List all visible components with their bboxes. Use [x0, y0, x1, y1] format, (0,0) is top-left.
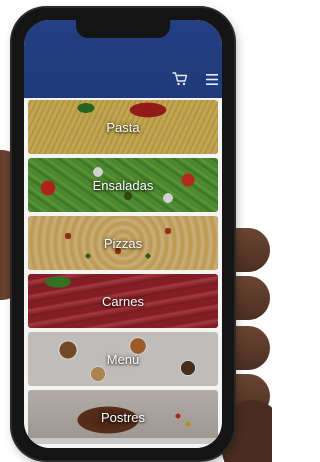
category-label: Ensaladas — [92, 177, 154, 193]
category-label: Pizzas — [103, 235, 143, 251]
phone-screen: Pasta Ensaladas Pizzas Carnes Menú Postr… — [24, 20, 222, 448]
category-label: Pasta — [106, 119, 140, 135]
header-actions — [172, 72, 218, 86]
category-tile-pasta[interactable]: Pasta — [28, 100, 218, 154]
category-label: Menú — [106, 351, 140, 367]
phone-notch — [76, 20, 170, 38]
cart-icon[interactable] — [172, 72, 188, 86]
category-label: Postres — [100, 409, 146, 425]
category-tile-menu[interactable]: Menú — [28, 332, 218, 386]
category-tile-pizzas[interactable]: Pizzas — [28, 216, 218, 270]
category-tile-carnes[interactable]: Carnes — [28, 274, 218, 328]
category-tile-ensaladas[interactable]: Ensaladas — [28, 158, 218, 212]
category-list: Pasta Ensaladas Pizzas Carnes Menú Postr… — [28, 100, 218, 448]
hamburger-menu-icon[interactable] — [206, 73, 218, 85]
smartphone: Pasta Ensaladas Pizzas Carnes Menú Postr… — [12, 8, 234, 460]
category-label: Carnes — [102, 293, 144, 309]
photo-scene: Pasta Ensaladas Pizzas Carnes Menú Postr… — [0, 0, 272, 462]
category-tile-postres[interactable]: Postres — [28, 390, 218, 444]
